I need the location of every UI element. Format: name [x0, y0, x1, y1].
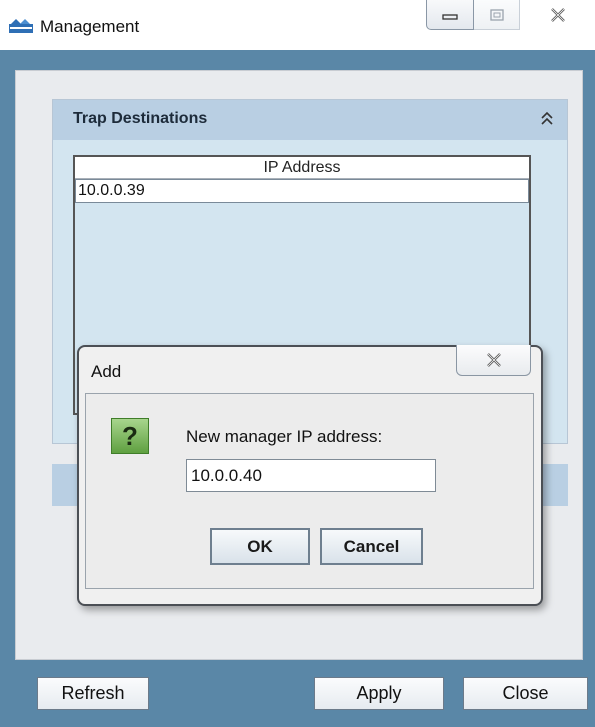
dialog-close-icon [486, 353, 501, 367]
add-dialog: Add ? New manager IP address: OK Cancel [77, 345, 543, 606]
question-icon: ? [111, 418, 149, 454]
minimize-icon [442, 13, 458, 20]
dialog-title: Add [91, 362, 122, 381]
dialog-content: ? New manager IP address: OK Cancel [85, 393, 534, 589]
column-header-ip-address[interactable]: IP Address [75, 157, 529, 179]
title-bar: Management [0, 0, 595, 50]
collapse-up-icon[interactable] [537, 109, 557, 129]
window-close-button[interactable] [520, 0, 595, 30]
cancel-button[interactable]: Cancel [320, 528, 423, 565]
close-button[interactable]: Close [463, 677, 588, 710]
maximize-button[interactable] [474, 0, 520, 30]
minimize-button[interactable] [426, 0, 474, 30]
refresh-button[interactable]: Refresh [37, 677, 149, 710]
caption-buttons [426, 0, 595, 30]
dialog-close-button[interactable] [456, 345, 531, 376]
table-row[interactable]: 10.0.0.39 [75, 179, 529, 203]
panel-title: Trap Destinations [73, 110, 208, 127]
maximize-icon [489, 8, 504, 21]
ok-button[interactable]: OK [210, 528, 310, 565]
app-icon [9, 19, 33, 33]
apply-button[interactable]: Apply [314, 677, 444, 710]
close-icon [550, 8, 565, 22]
panel-header[interactable]: Trap Destinations [53, 100, 567, 140]
window-title: Management [40, 17, 140, 36]
ip-address-input[interactable] [186, 459, 436, 492]
prompt-label: New manager IP address: [186, 427, 383, 446]
